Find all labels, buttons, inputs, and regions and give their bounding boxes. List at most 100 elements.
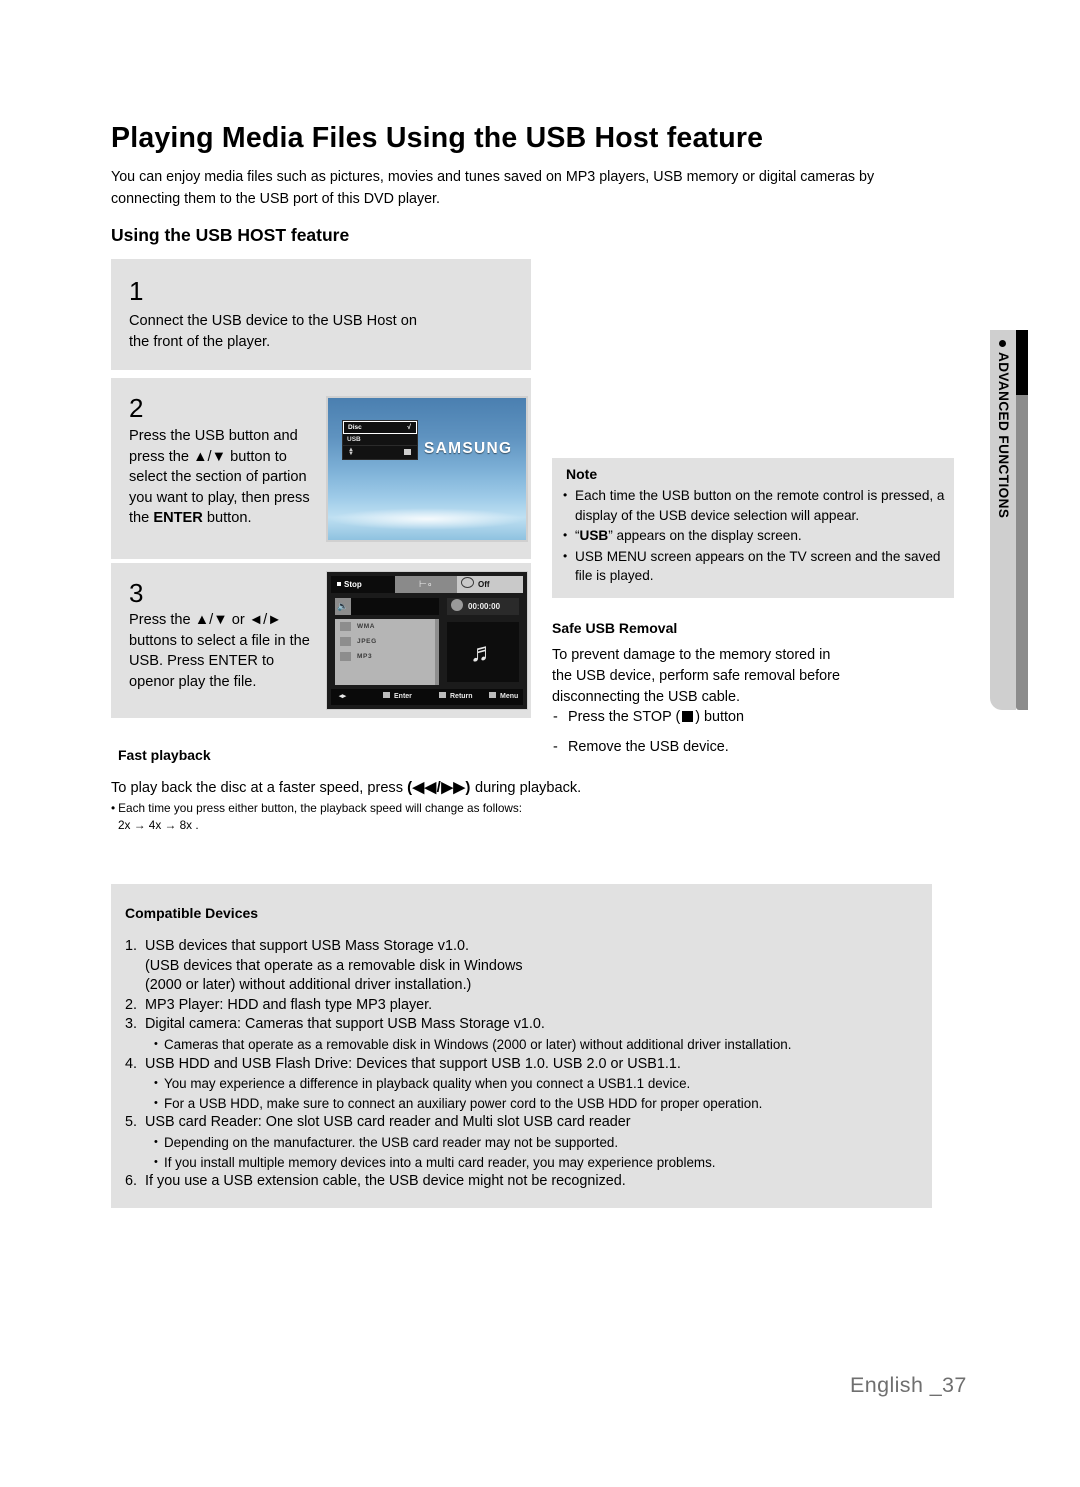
compatible-devices-list: 1. USB devices that support USB Mass Stor… <box>125 937 922 1192</box>
compat-subitem: For a USB HDD, make sure to connect an a… <box>125 1094 922 1114</box>
compat-item: 3. Digital camera: Cameras that support U… <box>125 1015 922 1035</box>
safe-removal-body: To prevent damage to the memory stored i… <box>552 647 840 705</box>
osd-repeat-indicator: Off <box>457 576 523 593</box>
section-heading: Using the USB HOST feature <box>111 224 350 245</box>
compat-item: 6. If you use a USB extension cable, the … <box>125 1172 922 1192</box>
enter-key-icon <box>404 449 411 455</box>
compat-item-number: 5. <box>125 1114 138 1131</box>
stop-square-icon <box>682 711 694 722</box>
fast-playback-pre: To play back the disc at a faster speed,… <box>111 780 408 796</box>
osd-status-label: Stop <box>344 580 362 589</box>
note-title: Note <box>566 466 598 482</box>
note-item: Each time the USB button on the remote c… <box>562 486 946 525</box>
compat-item-text: USB card Reader: One slot USB card reade… <box>145 1114 631 1131</box>
osd-hint-return-label: Return <box>450 693 473 700</box>
compat-subitem: You may experience a difference in playb… <box>125 1074 922 1094</box>
osd-thumbnail: ♬ <box>447 622 519 682</box>
osd-file-label: WMA <box>357 623 376 630</box>
samsung-logo: SAMSUNG <box>424 440 513 457</box>
step-2-text-part2: button. <box>202 510 252 526</box>
note-list: Each time the USB button on the remote c… <box>562 486 946 587</box>
compat-item-text: USB HDD and USB Flash Drive: Devices tha… <box>145 1055 681 1072</box>
safe-step-1-pre: Press the STOP ( <box>568 709 681 725</box>
step-1-box: 1 Connect the USB device to the USB Host… <box>111 259 531 370</box>
compat-subitem: Depending on the manufacturer. the USB c… <box>125 1133 922 1153</box>
source-option-usb: USB <box>343 434 417 445</box>
folder-icon <box>340 622 351 631</box>
compat-item-number: 3. <box>125 1016 138 1033</box>
step-2-enter-keyword: ENTER <box>153 510 203 526</box>
source-option-disc: Disc √ <box>343 421 417 434</box>
stop-square-icon <box>337 582 341 586</box>
safe-step-1-post: ) button <box>695 709 745 725</box>
fast-playback-speeds: 2x → 4x → 8x . <box>118 818 199 832</box>
osd-status: Stop <box>331 576 395 593</box>
fast-playback-post: during playback. <box>470 780 582 796</box>
osd-file-label: MP3 <box>357 653 373 660</box>
osd-file-list: WMA JPEG MP3 <box>335 619 439 685</box>
usb-icon: ⊢∘ <box>419 579 433 589</box>
step-1-number: 1 <box>129 276 144 306</box>
osd-file-item: JPEG <box>335 634 439 649</box>
osd-hint-menu-label: Menu <box>500 693 519 700</box>
page-footer: English _37 <box>850 1373 967 1397</box>
compat-subitem: If you install multiple memory devices i… <box>125 1153 922 1173</box>
check-icon: √ <box>407 424 411 431</box>
note-item: USB MENU screen appears on the TV screen… <box>562 547 946 586</box>
note-item-text-post: ” appears on the display screen. <box>608 528 802 543</box>
step-2-number: 2 <box>129 393 144 423</box>
osd-scrollbar[interactable] <box>435 619 439 685</box>
fast-playback-bullet: • Each time you press either button, the … <box>111 800 811 817</box>
compat-item: 1. USB devices that support USB Mass Stor… <box>125 937 922 996</box>
step-1-text: Connect the USB device to the USB Host o… <box>129 313 417 350</box>
compat-item-text: USB devices that support USB Mass Storag… <box>145 938 523 994</box>
music-note-icon: ♬ <box>470 637 496 667</box>
osd-screen-capture: Stop ⊢∘ Off 🔈 00:00:00 WMA JPEG MP3 ♬ ◂▸ <box>326 571 528 710</box>
compat-item-number: 1. <box>125 938 138 954</box>
repeat-icon <box>461 577 474 588</box>
safe-removal-step-1: Press the STOP ( ) button <box>552 707 952 728</box>
source-option-usb-label: USB <box>347 436 361 443</box>
compatible-devices-box: Compatible Devices 1. USB devices that su… <box>111 884 932 1208</box>
osd-filename-bar: 🔈 <box>335 598 439 615</box>
osd-file-item: MP3 <box>335 649 439 664</box>
safe-removal-steps: Press the STOP ( ) button Remove the USB … <box>552 707 952 767</box>
step-2-box: 2 Press the USB button and press the ▲/▼… <box>111 378 531 559</box>
up-down-arrow-icon: ▲ ▼ <box>348 447 354 457</box>
osd-top-bar: Stop ⊢∘ Off <box>331 576 523 593</box>
side-tab-label: ADVANCED FUNCTIONS <box>996 352 1011 519</box>
compat-item-text: MP3 Player: HDD and flash type MP3 playe… <box>145 996 433 1013</box>
bullet-icon: • <box>111 801 116 815</box>
note-item-keyword: USB <box>579 528 609 543</box>
folder-icon <box>340 637 351 646</box>
safe-removal-step-2: Remove the USB device. <box>552 737 952 758</box>
document-page: Playing Media Files Using the USB Host f… <box>0 0 1080 1487</box>
navigation-pad-icon: ◂▸ <box>339 693 347 700</box>
tv-screen-capture: Disc √ USB ▲ ▼ SAMSUNG <box>326 396 528 542</box>
compat-item: 2. MP3 Player: HDD and flash type MP3 pla… <box>125 996 922 1016</box>
compat-item-number: 6. <box>125 1173 138 1190</box>
return-key-icon <box>439 692 446 698</box>
osd-hint-return: Return <box>439 689 473 705</box>
note-box: Note Each time the USB button on the rem… <box>552 458 954 598</box>
osd-hint-menu: Menu <box>489 689 518 705</box>
osd-usb-section: ⊢∘ <box>395 576 457 593</box>
fast-playback-title: Fast playback <box>118 747 211 763</box>
step-2-text: Press the USB button and press the ▲/▼ b… <box>129 426 329 529</box>
safe-removal-title: Safe USB Removal <box>552 620 678 636</box>
page-title: Playing Media Files Using the USB Host f… <box>111 122 764 155</box>
fast-playback-bullet-text: Each time you press either button, the p… <box>118 801 523 815</box>
compatible-devices-title: Compatible Devices <box>125 905 259 921</box>
source-option-disc-label: Disc <box>348 424 362 431</box>
clock-icon <box>451 599 463 611</box>
side-tab-black-marker <box>1016 330 1028 395</box>
fast-playback-line: To play back the disc at a faster speed,… <box>111 777 751 799</box>
source-selection-menu: Disc √ USB ▲ ▼ <box>342 420 418 460</box>
note-item-text: Each time the USB button on the remote c… <box>575 488 945 523</box>
rewind-forward-icons: (◀◀/▶▶) <box>407 779 471 796</box>
side-tab-advanced-functions: ADVANCED FUNCTIONS <box>990 330 1016 710</box>
note-item-text: USB MENU screen appears on the TV screen… <box>575 548 941 584</box>
osd-button-hints: ◂▸ Enter Return Menu <box>331 689 523 705</box>
speaker-icon: 🔈 <box>335 598 351 615</box>
step-3-box: 3 Press the ▲/▼ or ◄/► buttons to select… <box>111 563 531 718</box>
